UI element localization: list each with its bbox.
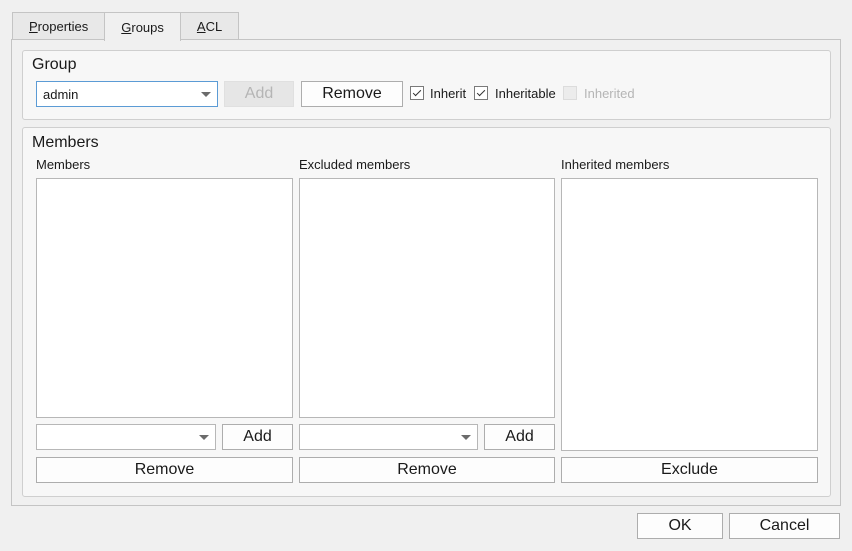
add-member-button[interactable]: Add — [222, 424, 293, 450]
remove-member-button[interactable]: Remove — [36, 457, 293, 483]
tab-label: roups — [131, 19, 164, 35]
exclude-button[interactable]: Exclude — [561, 457, 818, 483]
inheritable-label: Inheritable — [495, 86, 556, 101]
chevron-down-icon — [461, 435, 471, 440]
add-excluded-member-button[interactable]: Add — [484, 424, 555, 450]
chevron-down-icon — [199, 435, 209, 440]
cancel-button[interactable]: Cancel — [729, 513, 840, 539]
add-group-button[interactable]: Add — [224, 81, 294, 107]
remove-excluded-member-button[interactable]: Remove — [299, 457, 555, 483]
members-box: Members Members Add Remove Excluded memb… — [22, 127, 831, 497]
ok-button[interactable]: OK — [637, 513, 723, 539]
tab-mnemonic: A — [196, 19, 206, 34]
chevron-down-icon — [201, 92, 211, 97]
group-box: Group admin Add Remove Inherit Inheritab… — [22, 50, 831, 120]
group-select-value: admin — [43, 86, 79, 102]
excluded-members-select[interactable] — [299, 424, 478, 450]
inherited-members-column-label: Inherited members — [561, 157, 670, 172]
inherited-label: Inherited — [584, 86, 635, 101]
inherited-checkbox — [563, 86, 577, 100]
members-column-label: Members — [36, 157, 91, 172]
inherited-members-list[interactable] — [561, 178, 818, 451]
inherit-label: Inherit — [430, 86, 467, 101]
remove-group-button[interactable]: Remove — [301, 81, 403, 107]
group-box-title: Group — [32, 56, 77, 73]
tab-mnemonic: G — [121, 19, 132, 35]
inherit-checkbox[interactable] — [410, 86, 424, 100]
tab-properties[interactable]: Properties — [12, 12, 106, 40]
members-box-title: Members — [32, 134, 99, 151]
inheritable-checkbox[interactable] — [474, 86, 488, 100]
tab-mnemonic: P — [29, 19, 38, 34]
excluded-members-list[interactable] — [299, 178, 555, 418]
group-select[interactable]: admin — [36, 81, 218, 107]
members-list[interactable] — [36, 178, 293, 418]
tab-label: roperties — [37, 19, 89, 34]
members-select[interactable] — [36, 424, 216, 450]
tab-acl[interactable]: A CL — [179, 12, 240, 40]
tab-groups[interactable]: Groups — [104, 12, 181, 41]
tab-panel-groups: Group admin Add Remove Inherit Inheritab… — [11, 39, 841, 506]
tab-bar: Properties Groups A CL — [12, 12, 240, 41]
tab-label: CL — [205, 19, 223, 34]
excluded-members-column-label: Excluded members — [299, 157, 411, 172]
